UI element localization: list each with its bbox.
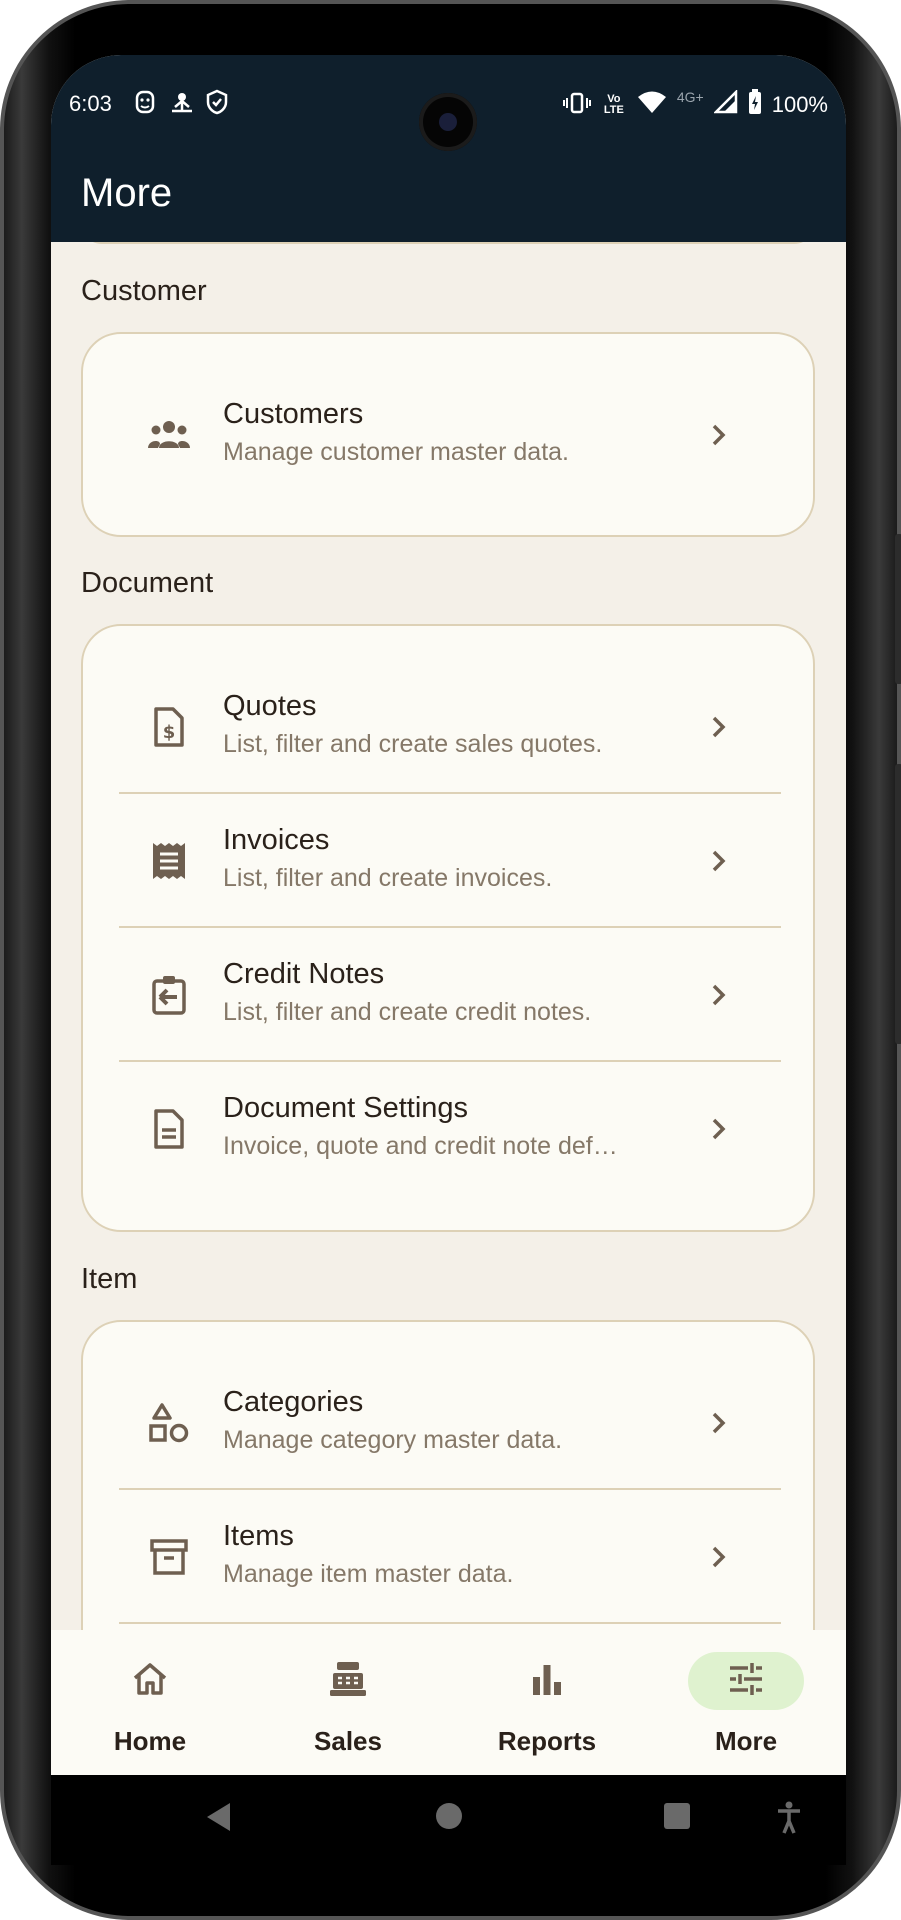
front-camera (419, 93, 477, 151)
chevron-right-icon (699, 975, 739, 1015)
home-circle-icon[interactable] (434, 1801, 464, 1836)
hotspot-icon (169, 89, 193, 115)
list-item-subtitle: List, filter and create credit notes. (223, 998, 592, 1026)
list-item-title: Quotes (223, 690, 317, 722)
list-item-categories[interactable]: Categories Manage category master data. (119, 1356, 781, 1490)
nav-label: More (714, 1726, 778, 1756)
list-item-customers[interactable]: Customers Manage customer master data. (119, 368, 781, 502)
list-item-title: Document Settings (223, 1092, 469, 1124)
vibrate-icon (562, 92, 591, 119)
chevron-right-icon (699, 841, 739, 881)
power-button (895, 534, 901, 684)
list-item-quotes[interactable]: $ Quotes List, filter and create sales q… (119, 660, 781, 794)
sliders-icon (728, 1662, 764, 1701)
status-right-icons: Vo LTE 4G+ 100% (562, 88, 828, 121)
nav-label: Reports (497, 1726, 597, 1756)
back-icon[interactable] (204, 1801, 232, 1838)
shield-icon (205, 89, 229, 115)
nav-item-more[interactable]: More (639, 1630, 837, 1775)
divider (119, 1622, 781, 1624)
card-customer: Customers Manage customer master data. (81, 332, 815, 537)
list-item-title: Invoices (223, 824, 330, 856)
list-item-title: Items (223, 1520, 294, 1552)
list-item-title: Credit Notes (223, 958, 385, 990)
nav-pill (92, 1652, 208, 1710)
chevron-right-icon (699, 415, 739, 455)
nav-item-home[interactable]: Home (51, 1630, 241, 1775)
nav-label: Sales (314, 1726, 382, 1756)
list-item-document-settings[interactable]: Document Settings Invoice, quote and cre… (119, 1062, 781, 1196)
list-item-invoices[interactable]: Invoices List, filter and create invoice… (119, 794, 781, 928)
receipt-icon (147, 839, 191, 883)
accessibility-icon[interactable] (776, 1801, 802, 1840)
category-shapes-icon (147, 1401, 191, 1445)
volte-icon: Vo LTE (603, 93, 624, 116)
4g-icon: 4G+ (676, 89, 704, 105)
nav-item-sales[interactable]: Sales (241, 1630, 439, 1775)
cash-register-icon (329, 1661, 367, 1702)
section-title-customer: Customer (81, 275, 207, 307)
settings-list[interactable]: Customer Customers Manage customer maste… (51, 242, 846, 1630)
nav-pill (489, 1652, 605, 1710)
list-item-subtitle: Invoice, quote and credit note def… (223, 1132, 618, 1160)
battery-percent: 100% (771, 92, 828, 117)
people-icon (147, 413, 191, 457)
nav-item-reports[interactable]: Reports (440, 1630, 638, 1775)
battery-icon (748, 89, 762, 121)
bottom-navigation: Home Sales Reports More (51, 1630, 846, 1775)
nav-label: Home (113, 1726, 187, 1756)
section-title-document: Document (81, 567, 214, 599)
chevron-right-icon (699, 1109, 739, 1149)
credit-note-icon (147, 973, 191, 1017)
list-item-subtitle: Manage category master data. (223, 1426, 563, 1454)
list-item-title: Categories (223, 1386, 364, 1418)
nav-pill-active (688, 1652, 804, 1710)
home-icon (132, 1662, 168, 1701)
system-navigation-bar (51, 1775, 846, 1865)
signal-icon (712, 88, 738, 120)
chevron-right-icon (699, 1537, 739, 1577)
quote-document-icon: $ (147, 705, 191, 749)
card-document: $ Quotes List, filter and create sales q… (81, 624, 815, 1232)
volume-button (895, 764, 901, 1044)
chevron-right-icon (699, 1403, 739, 1443)
section-title-item: Item (81, 1263, 138, 1295)
list-item-subtitle: List, filter and create invoices. (223, 864, 553, 892)
screen: 6:03 Vo LTE 4G+ 100% More Customer Custo… (51, 55, 846, 1775)
archive-box-icon (147, 1535, 191, 1579)
list-item-title: Customers (223, 398, 364, 430)
status-left-icons (133, 89, 229, 115)
nav-pill (290, 1652, 406, 1710)
document-settings-icon (147, 1107, 191, 1151)
bar-chart-icon (531, 1663, 563, 1700)
status-bar: 6:03 Vo LTE 4G+ 100% (51, 55, 846, 155)
card-item: Categories Manage category master data. … (81, 1320, 815, 1630)
list-item-items[interactable]: Items Manage item master data. (119, 1490, 781, 1624)
face-icon (133, 89, 157, 115)
list-item-subtitle: List, filter and create sales quotes. (223, 730, 603, 758)
wifi-icon (637, 90, 667, 120)
svg-text:$: $ (163, 722, 176, 743)
list-item-subtitle: Manage item master data. (223, 1560, 514, 1588)
status-time: 6:03 (69, 91, 112, 116)
app-bar: More (51, 155, 846, 242)
previous-card-edge (81, 242, 815, 244)
chevron-right-icon (699, 707, 739, 747)
page-title: More (81, 171, 173, 215)
recents-icon[interactable] (662, 1801, 692, 1836)
list-item-credit-notes[interactable]: Credit Notes List, filter and create cre… (119, 928, 781, 1062)
list-item-subtitle: Manage customer master data. (223, 438, 569, 466)
